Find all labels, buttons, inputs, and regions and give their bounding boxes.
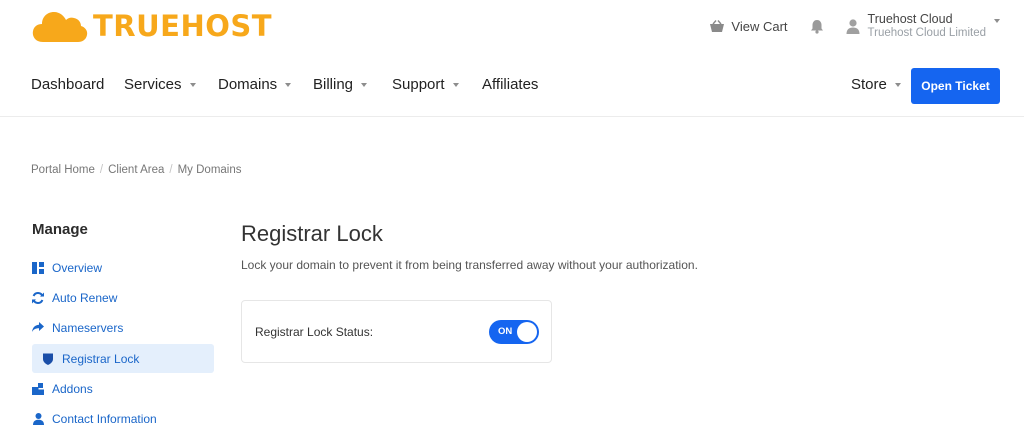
notifications-button[interactable] — [810, 19, 824, 34]
nav-label: Services — [124, 76, 182, 93]
page-title: Registrar Lock — [241, 221, 383, 246]
sidebar-item-registrar-lock[interactable]: Registrar Lock — [32, 344, 214, 373]
sidebar-item-label: Nameservers — [52, 320, 124, 335]
truehost-logo[interactable]: TRUEHOST — [31, 8, 272, 44]
page-description: Lock your domain to prevent it from bein… — [241, 258, 698, 272]
user-name: Truehost Cloud — [867, 12, 953, 26]
chevron-down-icon — [189, 82, 196, 87]
breadcrumb-separator: / — [169, 164, 173, 176]
breadcrumb-portal-home[interactable]: Portal Home — [31, 164, 95, 176]
header-actions: View Cart Truehost Cloud Truehost Cloud … — [709, 10, 1000, 42]
breadcrumb-my-domains[interactable]: My Domains — [178, 164, 242, 176]
sidebar-item-contact-information[interactable]: Contact Information — [32, 404, 214, 432]
basket-icon — [710, 19, 725, 32]
chevron-down-icon — [452, 82, 459, 87]
open-ticket-button[interactable]: Open Ticket — [911, 68, 1000, 104]
dashboard-icon — [32, 261, 44, 274]
chevron-down-icon — [361, 82, 368, 87]
nav-label: Dashboard — [31, 76, 105, 93]
sidebar-item-label: Auto Renew — [52, 290, 118, 305]
registrar-lock-toggle[interactable]: ON — [489, 320, 539, 344]
nav-label: Domains — [218, 76, 278, 93]
nav-label: Affiliates — [482, 76, 539, 93]
cubes-icon — [32, 382, 44, 395]
toggle-knob — [517, 322, 537, 342]
nav-domains[interactable]: Domains — [218, 76, 292, 93]
nav-affiliates[interactable]: Affiliates — [482, 76, 538, 93]
toggle-state-text: ON — [498, 326, 513, 337]
chevron-down-icon — [994, 19, 1000, 23]
top-bar: TRUEHOST View Cart Truehost Cloud Trueho… — [0, 0, 1024, 56]
header-divider — [0, 116, 1024, 117]
share-arrow-icon — [32, 322, 44, 334]
sidebar-item-label: Registrar Lock — [62, 351, 140, 366]
sidebar-item-addons[interactable]: Addons — [32, 374, 214, 403]
user-avatar-icon — [846, 18, 860, 34]
sidebar-title: Manage — [32, 221, 88, 238]
nav-support[interactable]: Support — [392, 76, 459, 93]
user-menu[interactable]: Truehost Cloud Truehost Cloud Limited — [846, 12, 1000, 40]
shield-icon — [42, 353, 54, 365]
user-info: Truehost Cloud Truehost Cloud Limited — [868, 12, 986, 40]
sidebar-item-nameservers[interactable]: Nameservers — [32, 313, 214, 342]
view-cart-link[interactable]: View Cart — [709, 18, 788, 34]
nav-label: Billing — [313, 76, 354, 93]
brand-name: TRUEHOST — [93, 9, 273, 43]
user-icon — [32, 412, 44, 425]
chevron-down-icon — [285, 82, 292, 87]
sidebar-item-label: Contact Information — [52, 411, 157, 426]
cloud-icon — [32, 12, 88, 42]
breadcrumb-client-area[interactable]: Client Area — [108, 164, 164, 176]
nav-billing[interactable]: Billing — [313, 76, 368, 93]
nav-store[interactable]: Store — [851, 76, 901, 93]
main-nav: Dashboard Services Domains Billing Suppo… — [0, 64, 1024, 108]
nav-dashboard[interactable]: Dashboard — [31, 76, 104, 93]
nav-services[interactable]: Services — [124, 76, 196, 93]
registrar-lock-card: Registrar Lock Status: ON — [241, 300, 552, 363]
sidebar-item-label: Overview — [52, 260, 103, 275]
nav-label: Store — [851, 76, 887, 93]
sidebar-item-overview[interactable]: Overview — [32, 253, 214, 282]
chevron-down-icon — [894, 82, 901, 87]
bell-icon — [810, 19, 823, 34]
sync-icon — [32, 291, 44, 304]
sidebar-item-label: Addons — [52, 381, 93, 396]
nav-label: Support — [392, 76, 445, 93]
registrar-lock-status-label: Registrar Lock Status: — [255, 325, 374, 339]
breadcrumb: Portal Home / Client Area / My Domains — [31, 164, 242, 176]
breadcrumb-separator: / — [99, 164, 104, 176]
view-cart-label: View Cart — [731, 18, 788, 34]
user-company: Truehost Cloud Limited — [867, 27, 986, 39]
sidebar-item-auto-renew[interactable]: Auto Renew — [32, 283, 214, 312]
